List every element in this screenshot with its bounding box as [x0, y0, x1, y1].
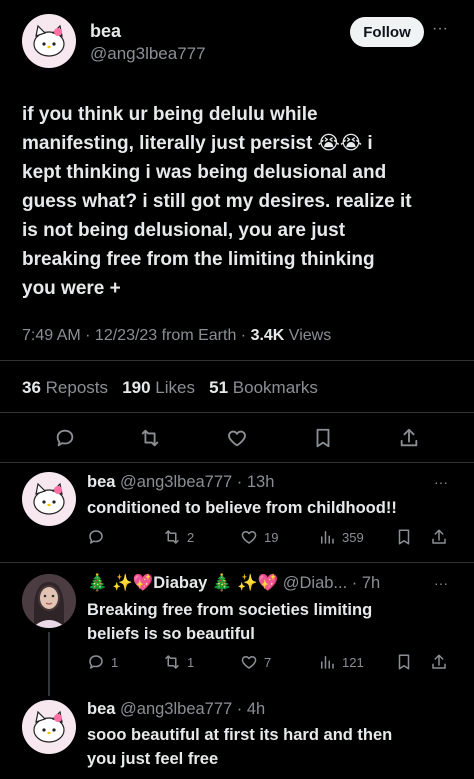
reply-header: 🎄 ✨💖Diabay 🎄 ✨💖 @Diab... · 7h	[87, 574, 380, 593]
hello-kitty-avatar-icon	[33, 24, 65, 57]
reply-header: bea @ang3lbea777 · 13h	[87, 473, 274, 492]
repost-button[interactable]	[137, 425, 163, 451]
views-action[interactable]: 121	[318, 653, 364, 671]
reply-author-name[interactable]: bea	[87, 700, 115, 718]
tweet-meta: 7:49 AM · 12/23/23 from Earth · 3.4K Vie…	[22, 327, 331, 345]
tweet-line: kept thinking i was being delusional and	[22, 162, 387, 183]
share-button[interactable]	[430, 528, 448, 546]
repost-count: 1	[187, 654, 195, 670]
avatar[interactable]	[22, 700, 76, 754]
reply-header: bea @ang3lbea777 · 4h	[87, 700, 265, 719]
more-options-icon[interactable]: ···	[432, 20, 448, 38]
reply-handle-time[interactable]: @ang3lbea777 · 13h	[120, 473, 274, 491]
views-action[interactable]: 359	[318, 528, 364, 546]
user-photo-avatar-icon	[22, 574, 76, 628]
bookmark-icon	[398, 654, 410, 670]
bookmarks-count: 51	[209, 378, 229, 397]
reply-line: beliefs is so beautiful	[87, 625, 255, 643]
repost-action[interactable]: 2	[163, 528, 194, 546]
divider	[0, 462, 474, 463]
repost-icon	[141, 429, 159, 447]
reply-author-name[interactable]: bea	[87, 473, 115, 491]
like-count: 7	[264, 654, 272, 670]
like-action[interactable]: 19	[240, 528, 278, 546]
reply-icon	[89, 655, 103, 669]
reply-body: conditioned to believe from childhood!!	[87, 496, 467, 520]
share-icon	[432, 529, 446, 544]
like-action[interactable]: 7	[240, 653, 271, 671]
tweet-line: breaking free from the limiting thinking	[22, 249, 375, 270]
reply-icon	[56, 429, 74, 447]
reply-author-name[interactable]: 🎄 ✨💖Diabay 🎄 ✨💖	[87, 574, 278, 592]
divider	[0, 360, 474, 361]
heart-icon	[241, 531, 257, 544]
reply-icon	[89, 530, 103, 544]
repost-icon	[165, 530, 179, 544]
avatar[interactable]	[22, 472, 76, 526]
more-options-icon[interactable]: ···	[434, 474, 448, 490]
share-icon	[432, 654, 446, 669]
bookmark-button[interactable]	[395, 528, 413, 546]
divider	[0, 562, 474, 563]
likes-count: 190	[122, 378, 151, 397]
reply-count: 1	[111, 654, 119, 670]
bookmarks-stat[interactable]: 51 Bookmarks	[209, 378, 318, 397]
tweet-line: if you think ur being delulu while	[22, 104, 318, 125]
repost-action[interactable]: 1	[163, 653, 194, 671]
reply-body: Breaking free from societies limiting be…	[87, 598, 467, 646]
avatar[interactable]	[22, 14, 76, 68]
bookmark-icon	[398, 529, 410, 545]
avatar[interactable]	[22, 574, 76, 628]
author-name[interactable]: bea	[90, 21, 121, 42]
follow-button[interactable]: Follow	[350, 17, 424, 47]
reply-button[interactable]	[52, 425, 78, 451]
reply-action[interactable]: 1	[87, 653, 118, 671]
hello-kitty-avatar-icon	[33, 710, 65, 743]
reply-line: sooo beautiful at first its hard and the…	[87, 726, 393, 744]
repost-icon	[165, 655, 179, 669]
tweet-timestamp[interactable]: 7:49 AM · 12/23/23 from Earth ·	[22, 327, 251, 344]
share-icon	[400, 428, 418, 447]
author-handle[interactable]: @ang3lbea777	[90, 44, 206, 64]
tweet-body: if you think ur being delulu while manif…	[22, 100, 462, 303]
heart-icon	[241, 656, 257, 669]
thread-connector-line	[48, 632, 50, 696]
reply-line: conditioned to believe from childhood!!	[87, 499, 397, 517]
heart-icon	[228, 430, 246, 447]
more-options-icon[interactable]: ···	[434, 575, 448, 591]
views-chart-icon	[321, 656, 334, 669]
reply-handle-time[interactable]: @ang3lbea777 · 4h	[120, 700, 265, 718]
bookmarks-label: Bookmarks	[228, 378, 318, 397]
share-button[interactable]	[396, 425, 422, 451]
reply-action[interactable]	[87, 528, 111, 546]
views-count: 3.4K	[250, 327, 285, 344]
view-count: 359	[342, 529, 364, 545]
tweet-stats: 36 Reposts 190 Likes 51 Bookmarks	[22, 378, 318, 398]
likes-label: Likes	[150, 378, 195, 397]
bookmark-button[interactable]	[310, 425, 336, 451]
bookmark-icon	[316, 428, 330, 448]
tweet-line: you were +	[22, 278, 121, 299]
tweet-line: guess what? i still got my desires. real…	[22, 191, 412, 212]
tweet-line: is not being delusional, you are just	[22, 220, 346, 241]
repost-count: 2	[187, 529, 195, 545]
reply-handle-time[interactable]: @Diab... · 7h	[283, 574, 380, 592]
reply-line: Breaking free from societies limiting	[87, 601, 373, 619]
like-button[interactable]	[224, 425, 250, 451]
bookmark-button[interactable]	[395, 653, 413, 671]
reposts-label: Reposts	[40, 378, 109, 397]
like-count: 19	[264, 529, 279, 545]
divider	[0, 412, 474, 413]
views-chart-icon	[321, 531, 334, 544]
views-label: Views	[284, 327, 332, 344]
share-button[interactable]	[430, 653, 448, 671]
reposts-count: 36	[22, 378, 41, 397]
reply-body: sooo beautiful at first its hard and the…	[87, 723, 467, 771]
view-count: 121	[342, 654, 364, 670]
tweet-line: manifesting, literally just persist 😭😭 i	[22, 133, 373, 154]
likes-stat[interactable]: 190 Likes	[122, 378, 195, 397]
hello-kitty-avatar-icon	[33, 482, 65, 515]
reposts-stat[interactable]: 36 Reposts	[22, 378, 108, 397]
reply-line: you just feel free	[87, 750, 219, 768]
